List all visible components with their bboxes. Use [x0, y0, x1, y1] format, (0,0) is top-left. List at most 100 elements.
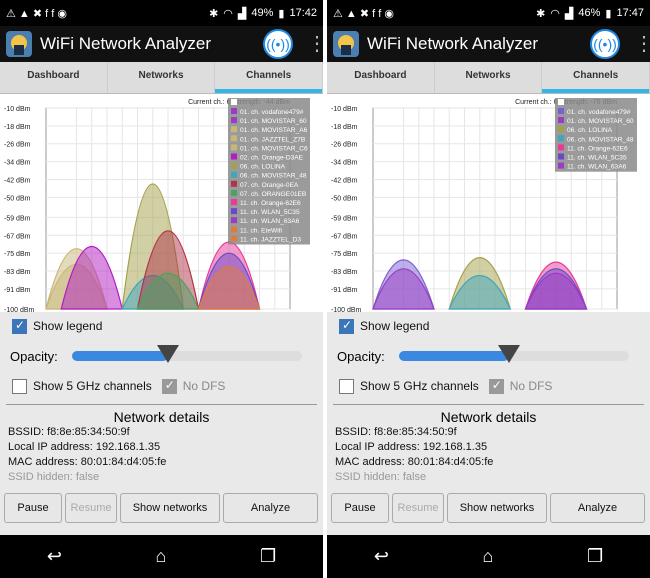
opacity-slider[interactable]: [71, 345, 302, 363]
notification-icons: ⚠ ▲ ✖ f f ◉: [6, 7, 67, 20]
battery-level: 49%: [251, 7, 274, 19]
legend-entry: 11. ch. WLAN_5C35: [240, 209, 300, 216]
legend-swatch: [231, 217, 237, 224]
legend-toggle-icon[interactable]: [558, 99, 564, 105]
no-dfs-checkbox[interactable]: [161, 378, 177, 394]
pause-button[interactable]: Pause: [331, 493, 389, 523]
y-tick-label: -91 dBm: [4, 287, 31, 294]
no-dfs-checkbox[interactable]: [488, 378, 504, 394]
channel-chart: Current ch.: 6, strength: -44 dBm-10 dBm…: [0, 94, 323, 312]
show-legend-checkbox[interactable]: [12, 318, 27, 334]
chart-legend: 01. ch. vodafone479# 01. ch. MOVISTAR_60 0…: [555, 98, 637, 172]
y-tick-label: -26 dBm: [4, 142, 31, 149]
legend-entry: 07. ch. Orange-0EA: [240, 182, 299, 189]
y-tick-label: -75 dBm: [4, 251, 31, 258]
overflow-menu-icon[interactable]: ⋮: [634, 34, 650, 54]
y-tick-label: -18 dBm: [331, 124, 358, 131]
show-networks-button[interactable]: Show networks: [447, 493, 547, 523]
legend-entry: 01. ch. vodafone479#: [567, 109, 631, 116]
signal-icon: ▟: [564, 7, 574, 20]
overflow-menu-icon[interactable]: ⋮: [307, 34, 323, 54]
back-icon[interactable]: ↩: [47, 546, 62, 567]
y-tick-label: -10 dBm: [4, 106, 31, 113]
y-tick-label: -42 dBm: [331, 177, 358, 184]
bssid-value: BSSID: f8:8e:85:34:50:9f: [8, 426, 130, 438]
opacity-slider-fill: [71, 351, 169, 361]
show-legend-row[interactable]: Show legend: [327, 312, 650, 340]
tab-dashboard[interactable]: Dashboard: [0, 62, 108, 93]
tab-channels[interactable]: Channels: [542, 62, 650, 93]
legend-swatch: [558, 144, 564, 151]
main-content: Dashboard Networks Channels Current ch.:…: [0, 62, 323, 535]
chart-legend: 01. ch. vodafone479# 01. ch. MOVISTAR_60 0…: [228, 98, 310, 245]
network-details-title: Network details: [333, 404, 644, 425]
recents-icon[interactable]: ❐: [587, 546, 603, 567]
show-networks-button[interactable]: Show networks: [120, 493, 220, 523]
opacity-row: Opacity:: [0, 340, 323, 372]
y-tick-label: -83 dBm: [4, 269, 31, 276]
y-tick-label: -10 dBm: [331, 106, 358, 113]
ghz-row: Show 5 GHz channels No DFS: [0, 372, 323, 400]
legend-entry: 06. ch. MOVISTAR_48: [240, 173, 307, 180]
channel-chart: Current ch.: 6, strength: -78 dBm-10 dBm…: [327, 94, 650, 312]
legend-swatch: [231, 226, 237, 233]
system-icons: ✱ ◠ ▟ 49% ▮ 17:42: [209, 7, 317, 20]
analyze-button[interactable]: Analyze: [550, 493, 645, 523]
resume-button[interactable]: Resume: [65, 493, 117, 523]
legend-swatch: [231, 108, 237, 114]
show-legend-checkbox[interactable]: [339, 318, 354, 334]
y-tick-label: -59 dBm: [331, 215, 358, 222]
show-5ghz-checkbox[interactable]: [12, 378, 27, 394]
legend-swatch: [558, 117, 564, 124]
y-tick-label: -34 dBm: [4, 160, 31, 167]
app-title: WiFi Network Analyzer: [367, 34, 538, 53]
legend-entry: 06. ch. LOLINA: [240, 164, 286, 171]
action-buttons: Pause Resume Show networks Analyze: [331, 493, 646, 523]
legend-entry: 11. ch. Orange-62E6: [567, 145, 628, 152]
legend-entry: 01. ch. JAZZTEL_Z7B: [240, 136, 306, 143]
status-bar: ⚠ ▲ ✖ f f ◉ ✱ ◠ ▟ 46% ▮ 17:47: [327, 0, 650, 26]
show-5ghz-checkbox[interactable]: [339, 378, 354, 394]
ghz-row: Show 5 GHz channels No DFS: [327, 372, 650, 400]
y-tick-label: -50 dBm: [331, 195, 358, 202]
resume-button[interactable]: Resume: [392, 493, 444, 523]
opacity-slider[interactable]: [398, 345, 629, 363]
channel-chart-svg: Current ch.: 6, strength: -78 dBm-10 dBm…: [331, 98, 637, 312]
tab-networks[interactable]: Networks: [435, 62, 543, 93]
opacity-slider-fill: [398, 351, 510, 361]
legend-entry: 11. ch. WLAN_63A6: [240, 218, 300, 225]
app-bar: WiFi Network Analyzer ((•)) ⋮: [0, 26, 323, 62]
show-legend-row[interactable]: Show legend: [0, 312, 323, 340]
legend-entry: 02. ch. Orange-D3AE: [240, 155, 304, 162]
opacity-label: Opacity:: [10, 348, 58, 364]
tab-dashboard[interactable]: Dashboard: [327, 62, 435, 93]
legend-entry: 07. ch. ORANGE01EB: [240, 191, 307, 198]
back-icon[interactable]: ↩: [374, 546, 389, 567]
legend-swatch: [231, 153, 237, 160]
wifi-scan-icon[interactable]: ((•)): [263, 29, 293, 59]
tab-channels[interactable]: Channels: [215, 62, 323, 93]
y-tick-label: -67 dBm: [4, 233, 31, 240]
home-icon[interactable]: ⌂: [156, 546, 167, 567]
legend-toggle-icon[interactable]: [231, 99, 237, 105]
legend-entry: 01. ch. MOVISTAR_C6: [240, 145, 308, 152]
y-tick-label: -18 dBm: [4, 124, 31, 131]
opacity-slider-thumb[interactable]: [498, 345, 521, 363]
analyze-button[interactable]: Analyze: [223, 493, 318, 523]
opacity-slider-thumb[interactable]: [157, 345, 180, 363]
no-dfs-label: No DFS: [182, 379, 226, 393]
home-icon[interactable]: ⌂: [483, 546, 494, 567]
ssid-hidden-value: SSID hidden: false: [335, 471, 427, 483]
tab-bar: Dashboard Networks Channels: [327, 62, 650, 94]
wifi-scan-icon[interactable]: ((•)): [590, 29, 620, 59]
y-tick-label: -26 dBm: [331, 142, 358, 149]
tab-networks[interactable]: Networks: [108, 62, 216, 93]
y-tick-label: -67 dBm: [331, 233, 358, 240]
action-buttons: Pause Resume Show networks Analyze: [4, 493, 319, 523]
recents-icon[interactable]: ❐: [260, 546, 276, 567]
y-tick-label: -50 dBm: [4, 195, 31, 202]
legend-swatch: [231, 171, 237, 178]
pause-button[interactable]: Pause: [4, 493, 62, 523]
legend-entry: 01. ch. MOVISTAR_60: [240, 118, 307, 125]
ssid-hidden-value: SSID hidden: false: [8, 471, 100, 483]
